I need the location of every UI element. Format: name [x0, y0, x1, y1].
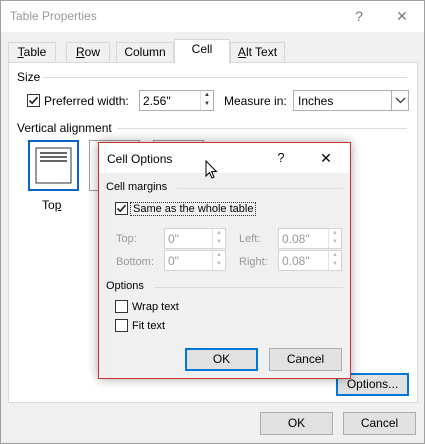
measure-in-value: Inches — [298, 94, 334, 108]
bottom-margin-value: 0" — [168, 254, 179, 268]
title-bar: Table Properties ? ✕ — [1, 1, 424, 32]
options-separator — [154, 287, 343, 288]
left-margin-label: Left: — [239, 233, 261, 245]
help-button[interactable]: ? — [348, 5, 370, 27]
measure-in-label: Measure in: — [224, 94, 287, 108]
vertical-alignment-label: Vertical alignment — [17, 121, 112, 135]
tab-table-label: able — [23, 45, 47, 59]
valign-top-option[interactable] — [28, 140, 79, 191]
dialog-title-bar: Cell Options ? ✕ — [99, 143, 350, 173]
preferred-width-checkbox[interactable] — [27, 94, 40, 107]
spin-up-icon[interactable]: ▲ — [201, 91, 213, 100]
fit-text-checkbox[interactable] — [115, 319, 128, 332]
right-margin-label: Right: — [239, 256, 268, 268]
cell-margins-separator — [177, 188, 343, 189]
tab-row-label: ow — [84, 45, 100, 59]
vertical-alignment-separator — [117, 128, 407, 129]
measure-in-select[interactable]: Inches — [293, 90, 409, 111]
dialog-help-button[interactable]: ? — [271, 148, 291, 168]
dialog-close-button[interactable]: ✕ — [316, 148, 336, 168]
valign-top-label: Top — [42, 198, 62, 212]
right-margin-value: 0.08" — [282, 254, 310, 268]
preferred-width-label: Preferred width: — [44, 94, 129, 108]
dialog-cancel-button[interactable]: Cancel — [269, 348, 342, 371]
dialog-ok-button[interactable]: OK — [185, 348, 258, 371]
wrap-text-checkbox[interactable] — [115, 300, 128, 313]
checkmark-icon — [28, 96, 39, 105]
left-margin-stepper[interactable]: 0.08" ▲ ▼ — [278, 228, 342, 249]
fit-text-label: Fit text — [132, 320, 166, 332]
top-margin-label: Top: — [116, 233, 137, 245]
options-section-label: Options — [106, 280, 144, 292]
window-title: Table Properties — [10, 9, 97, 23]
wrap-text-label: Wrap text — [132, 301, 179, 313]
chevron-down-icon — [395, 97, 406, 104]
tab-column[interactable]: Column — [116, 42, 174, 63]
same-as-table-checkbox[interactable] — [115, 202, 128, 215]
top-margin-value: 0" — [168, 232, 179, 246]
preferred-width-stepper[interactable]: 2.56" ▲ ▼ — [139, 90, 214, 111]
spin-down-icon[interactable]: ▼ — [201, 100, 213, 109]
tab-row[interactable]: Row — [66, 42, 110, 63]
size-section-label: Size — [17, 70, 41, 84]
tab-column-label: Column — [124, 45, 166, 59]
align-top-icon — [35, 147, 72, 184]
dialog-title: Cell Options — [107, 152, 173, 166]
mouse-cursor-icon — [205, 160, 218, 179]
cell-margins-label: Cell margins — [106, 181, 168, 193]
tab-cell-label: Cell — [191, 42, 213, 56]
close-button[interactable]: ✕ — [391, 5, 413, 27]
tab-alt-text[interactable]: Alt Text — [230, 42, 285, 63]
bottom-margin-stepper[interactable]: 0" ▲ ▼ — [164, 250, 226, 271]
same-as-table-label: Same as the whole table — [130, 202, 257, 216]
tab-cell[interactable]: Cell — [174, 39, 230, 64]
bottom-margin-label: Bottom: — [116, 256, 154, 268]
size-separator — [43, 77, 407, 78]
cancel-button[interactable]: Cancel — [343, 412, 416, 435]
left-margin-value: 0.08" — [282, 232, 310, 246]
checkmark-icon — [116, 204, 127, 213]
right-margin-stepper[interactable]: 0.08" ▲ ▼ — [278, 250, 342, 271]
cell-options-dialog: Cell Options ? ✕ Cell margins Same as th… — [98, 142, 351, 379]
top-margin-stepper[interactable]: 0" ▲ ▼ — [164, 228, 226, 249]
tab-alt-text-label: lt Text — [245, 45, 278, 59]
tab-table[interactable]: Table — [8, 42, 56, 63]
preferred-width-value: 2.56" — [143, 94, 171, 108]
ok-button[interactable]: OK — [260, 412, 333, 435]
